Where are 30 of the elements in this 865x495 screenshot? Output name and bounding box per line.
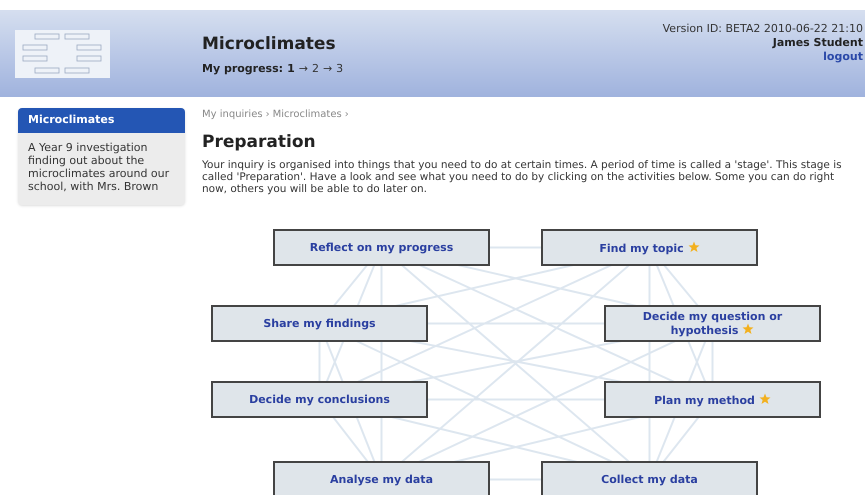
progress-step[interactable]: 3 — [336, 61, 344, 78]
breadcrumb-link[interactable]: Microclimates — [272, 107, 342, 122]
breadcrumb-separator: › — [344, 108, 349, 122]
star-icon — [688, 240, 700, 252]
version-text: Version ID: BETA2 2010-06-22 21:10 — [662, 22, 863, 36]
progress-step[interactable]: 2 — [312, 61, 319, 78]
page-title: Preparation — [202, 132, 317, 154]
sidebar-title: Microclimates — [18, 108, 185, 132]
breadcrumb-separator: › — [266, 108, 270, 122]
activity-button[interactable]: Decide my conclusions — [211, 381, 428, 418]
activity-button[interactable]: Plan my method — [604, 381, 821, 418]
sidebar-description: A Year 9 investigation finding out about the microclimates around our school, with Mrs. Brown — [27, 140, 170, 192]
activity-button[interactable]: Share my findings — [211, 305, 428, 342]
arrow-text: → — [298, 61, 308, 77]
activity-button[interactable]: Analyse my data — [273, 461, 490, 495]
activity-button[interactable]: Collect my data — [541, 461, 758, 495]
breadcrumb-link[interactable]: My inquiries — [202, 107, 263, 122]
user-name: James Student — [772, 36, 863, 50]
intro-text: Your inquiry is organised into things that you need to do at certain times. A period of time is called a 'stage'. This stage is called 'Preparation'. Have a look and see what you need to do by clicking on the activities below. Some you can do right now, others you will be able to do later on. — [202, 159, 843, 196]
app-title: Microclimates — [202, 36, 337, 53]
activity-button[interactable]: Decide my question or hypothesis — [604, 305, 821, 342]
logout-link[interactable]: logout — [823, 50, 863, 64]
progress-step[interactable]: 1 — [287, 61, 295, 78]
arrow-text: → — [322, 61, 332, 77]
progress-label: My progress: — [202, 61, 284, 77]
activity-button[interactable]: Find my topic — [541, 229, 758, 266]
star-icon — [742, 322, 754, 334]
star-icon — [758, 392, 771, 404]
logo-icon — [15, 30, 110, 78]
activity-button[interactable]: Reflect on my progress — [273, 229, 490, 266]
